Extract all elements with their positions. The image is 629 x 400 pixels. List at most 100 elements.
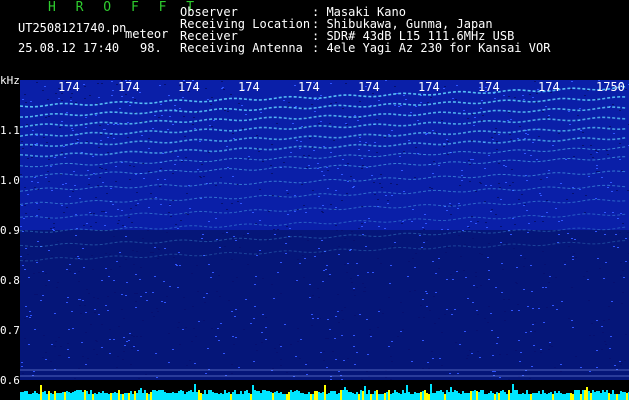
signal-level-bar: [102, 391, 104, 400]
noise-speckle: [329, 329, 331, 330]
signal-level-bar: [402, 390, 404, 400]
signal-level-bar: [546, 394, 548, 400]
noise-speckle: [349, 250, 351, 251]
noise-speckle: [286, 190, 288, 191]
signal-level-bar: [288, 392, 290, 400]
noise-speckle: [180, 220, 182, 221]
noise-speckle: [36, 143, 38, 144]
noise-speckle: [86, 141, 88, 142]
noise-speckle: [303, 277, 305, 278]
signal-level-bar: [212, 392, 214, 400]
noise-speckle: [160, 104, 162, 105]
noise-speckle: [177, 287, 179, 288]
noise-speckle: [341, 310, 343, 311]
signal-level-bar: [42, 392, 44, 400]
noise-speckle: [82, 356, 84, 357]
noise-speckle: [280, 262, 282, 263]
signal-level-bar: [152, 390, 154, 400]
noise-speckle: [286, 372, 288, 373]
noise-speckle: [534, 322, 536, 323]
noise-speckle: [66, 269, 68, 270]
noise-speckle: [166, 296, 168, 297]
noise-speckle: [572, 193, 574, 194]
noise-speckle: [487, 257, 489, 258]
noise-speckle: [186, 365, 188, 366]
signal-level-bar: [196, 392, 198, 400]
noise-speckle: [159, 186, 161, 187]
noise-speckle: [523, 99, 525, 100]
noise-speckle: [430, 97, 432, 98]
noise-speckle: [133, 166, 135, 167]
noise-speckle: [224, 246, 226, 247]
noise-speckle: [515, 282, 517, 283]
noise-speckle: [45, 177, 47, 178]
noise-speckle: [411, 221, 413, 222]
noise-speckle: [335, 190, 337, 191]
signal-level-bar: [66, 391, 68, 400]
noise-speckle: [466, 358, 468, 359]
noise-speckle: [447, 229, 449, 230]
noise-speckle: [129, 165, 131, 166]
noise-speckle: [354, 315, 356, 316]
signal-level-bar: [172, 392, 174, 400]
noise-speckle: [540, 195, 542, 196]
noise-speckle: [105, 305, 107, 306]
noise-speckle: [510, 139, 512, 140]
noise-speckle: [584, 95, 586, 96]
signal-level-bar: [478, 392, 480, 400]
signal-level-bar: [492, 393, 494, 400]
noise-speckle: [490, 313, 492, 314]
noise-speckle: [205, 88, 207, 89]
signal-level-bar: [502, 390, 504, 400]
noise-speckle: [524, 138, 526, 139]
noise-speckle: [614, 365, 616, 366]
noise-speckle: [182, 97, 184, 98]
noise-speckle: [201, 238, 203, 239]
noise-speckle: [414, 267, 416, 268]
noise-speckle: [530, 265, 532, 266]
noise-speckle: [36, 215, 38, 216]
meteor-count: 98.: [140, 41, 162, 55]
noise-speckle: [152, 252, 154, 253]
signal-level-bar: [58, 393, 60, 400]
noise-speckle: [443, 146, 445, 147]
noise-speckle: [117, 209, 119, 210]
noise-speckle: [101, 347, 103, 348]
noise-speckle: [254, 306, 256, 307]
noise-speckle: [95, 340, 97, 341]
noise-speckle: [425, 291, 427, 292]
noise-speckle: [211, 97, 213, 98]
noise-speckle: [495, 287, 497, 288]
signal-level-bar: [186, 392, 188, 400]
noise-speckle: [318, 123, 320, 124]
signal-level-bar: [526, 390, 528, 400]
noise-speckle: [353, 240, 355, 241]
signal-level-bar: [354, 394, 356, 400]
noise-speckle: [469, 181, 471, 182]
noise-speckle: [322, 281, 324, 282]
noise-speckle: [58, 98, 60, 99]
noise-speckle: [256, 350, 258, 351]
noise-speckle: [253, 361, 255, 362]
noise-speckle: [496, 141, 498, 142]
noise-speckle: [514, 224, 516, 225]
noise-speckle: [464, 244, 466, 245]
signal-level-bar: [156, 391, 158, 400]
noise-speckle: [233, 236, 235, 237]
noise-speckle: [490, 211, 492, 212]
signal-level-bar: [64, 392, 66, 400]
noise-speckle: [438, 318, 440, 319]
noise-speckle: [481, 120, 483, 121]
noise-speckle: [287, 214, 289, 215]
noise-speckle: [378, 311, 380, 312]
signal-level-bar: [532, 393, 534, 400]
noise-speckle: [558, 221, 560, 222]
noise-speckle: [42, 271, 44, 272]
noise-speckle: [121, 309, 123, 310]
signal-level-bar: [334, 391, 336, 400]
signal-level-bar: [398, 393, 400, 400]
noise-speckle: [116, 367, 118, 368]
signal-level-bar: [294, 391, 296, 400]
signal-level-bar: [338, 393, 340, 400]
noise-speckle: [552, 145, 554, 146]
